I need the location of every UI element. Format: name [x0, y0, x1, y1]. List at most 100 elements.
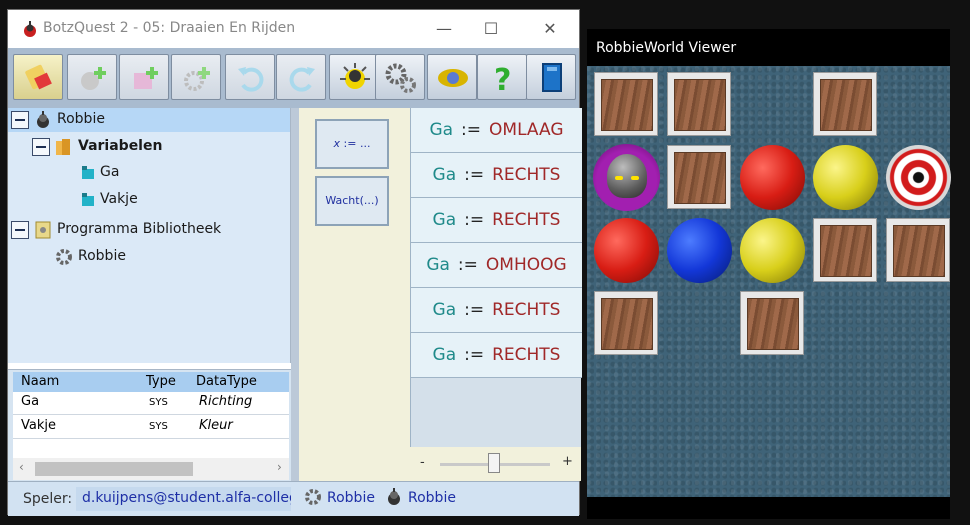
status-robot[interactable]: Robbie [388, 488, 456, 506]
statement-op: := [457, 255, 478, 275]
crate-icon [740, 291, 804, 355]
status-program-label: Robbie [327, 490, 375, 506]
help-button[interactable]: ? [477, 54, 527, 100]
minimize-button[interactable]: — [419, 14, 469, 44]
svg-text:?: ? [494, 63, 511, 95]
eraser-icon [25, 64, 52, 90]
scroll-right-icon[interactable]: › [277, 460, 282, 474]
collapse-toggle[interactable] [11, 221, 29, 239]
crate-tile [590, 68, 663, 141]
undo-button[interactable] [225, 54, 275, 100]
folder-icon [56, 139, 70, 155]
panel-splitter[interactable] [291, 108, 299, 481]
statement-var: Ga [432, 345, 457, 365]
tree-label: Programma Bibliotheek [57, 221, 222, 237]
tree-label: Variabelen [78, 138, 163, 154]
program-statement[interactable]: Ga:= RECHTS [411, 333, 582, 378]
program-panel: Ga:= OMLAAG Ga:= RECHTS Ga:= RECHTS Ga:= OMH… [409, 108, 582, 481]
tree-label: Robbie [78, 248, 126, 264]
crate-tile [809, 214, 882, 287]
crate-tile [663, 68, 736, 141]
assign-block[interactable]: x := ... [315, 119, 389, 169]
clear-button[interactable] [13, 54, 63, 100]
player-label: Speler: [23, 491, 73, 507]
add-gear-button[interactable] [171, 54, 221, 100]
cell-type: SYS [149, 397, 168, 408]
program-statement[interactable]: Ga:= RECHTS [411, 288, 582, 333]
app-icon [24, 21, 36, 37]
help-icon: ? [494, 63, 511, 95]
crate-icon [594, 72, 658, 136]
yellow-ball-icon [740, 218, 805, 283]
crate-tile [663, 141, 736, 214]
zoom-in-button[interactable]: + [562, 454, 573, 469]
program-statement[interactable]: Ga:= OMLAAG [411, 108, 582, 153]
status-bar: Speler: d.kuijpens@student.alfa-college … [8, 481, 579, 516]
wait-block[interactable]: Wacht(...) [315, 176, 389, 226]
toolbar: ? [8, 48, 579, 108]
scrollbar-thumb[interactable] [35, 462, 193, 476]
maximize-button[interactable]: ☐ [466, 14, 516, 44]
close-button[interactable]: ✕ [525, 14, 575, 44]
table-row[interactable]: Vakje SYS Kleur [13, 416, 289, 439]
blue-ball-icon [667, 218, 732, 283]
statement-var: Ga [432, 210, 457, 230]
properties-panel: Naam Type DataType Ga SYS Richting Vakje… [8, 369, 291, 481]
horizontal-scrollbar[interactable]: ‹ › [13, 458, 289, 480]
crate-tile [590, 287, 663, 360]
viewer-title: RobbieWorld Viewer [596, 40, 737, 56]
project-tree: Robbie Variabelen Ga Vakje Programma Bib… [8, 108, 291, 363]
red-ball-tile [590, 214, 663, 287]
book-icon [542, 63, 562, 92]
statement-var: Ga [426, 255, 450, 275]
statement-value: RECHTS [492, 300, 561, 320]
statement-value: RECHTS [492, 345, 561, 365]
title-bar: BotzQuest 2 - 05: Draaien En Rijden — ☐ … [8, 10, 579, 48]
redo-button[interactable] [276, 54, 326, 100]
status-program[interactable]: Robbie [305, 489, 375, 506]
redo-icon [289, 67, 315, 92]
world-grid [587, 66, 951, 497]
scroll-left-icon[interactable]: ‹ [19, 460, 24, 474]
run-button[interactable] [329, 54, 379, 100]
variable-icon [82, 166, 94, 179]
badge-icon [438, 69, 468, 87]
tree-item-library-robbie[interactable]: Robbie [8, 245, 290, 269]
table-row[interactable]: Ga SYS Richting [13, 392, 289, 415]
zoom-slider-thumb[interactable] [488, 453, 500, 473]
botzquest-window: BotzQuest 2 - 05: Draaien En Rijden — ☐ … [7, 9, 582, 516]
column-header[interactable]: Naam [21, 374, 59, 389]
manual-button[interactable] [526, 54, 576, 100]
tree-item-vakje[interactable]: Vakje [8, 188, 290, 212]
statement-value: RECHTS [492, 210, 561, 230]
column-header[interactable]: Type [146, 374, 176, 389]
statement-op: := [464, 300, 485, 320]
add-object-button[interactable] [119, 54, 169, 100]
blue-ball-tile [663, 214, 736, 287]
tree-item-bibliotheek[interactable]: Programma Bibliotheek [8, 218, 290, 242]
red-ball-tile [736, 141, 809, 214]
library-icon [35, 221, 51, 239]
program-statement[interactable]: Ga:= OMHOOG [411, 243, 582, 288]
crate-icon [886, 218, 950, 282]
window-title: BotzQuest 2 - 05: Draaien En Rijden [43, 20, 296, 36]
tree-label: Robbie [57, 111, 105, 127]
achievements-button[interactable] [427, 54, 477, 100]
tree-item-variabelen[interactable]: Variabelen [8, 135, 290, 159]
crate-icon [813, 72, 877, 136]
program-statement[interactable]: Ga:= RECHTS [411, 153, 582, 198]
add-robot-button[interactable] [67, 54, 117, 100]
zoom-out-button[interactable]: - [420, 455, 425, 470]
tree-item-robbie[interactable]: Robbie [8, 108, 290, 132]
collapse-toggle[interactable] [11, 111, 29, 129]
settings-button[interactable] [375, 54, 425, 100]
tree-item-ga[interactable]: Ga [8, 161, 290, 185]
program-list: Ga:= OMLAAG Ga:= RECHTS Ga:= RECHTS Ga:= OMH… [410, 108, 582, 447]
statement-op: := [461, 120, 482, 140]
program-statement[interactable]: Ga:= RECHTS [411, 198, 582, 243]
assign-op: := ... [343, 137, 371, 150]
robot-icon [593, 144, 660, 211]
column-header[interactable]: DataType [196, 374, 257, 389]
collapse-toggle[interactable] [32, 138, 50, 156]
robot-eye [631, 176, 639, 180]
